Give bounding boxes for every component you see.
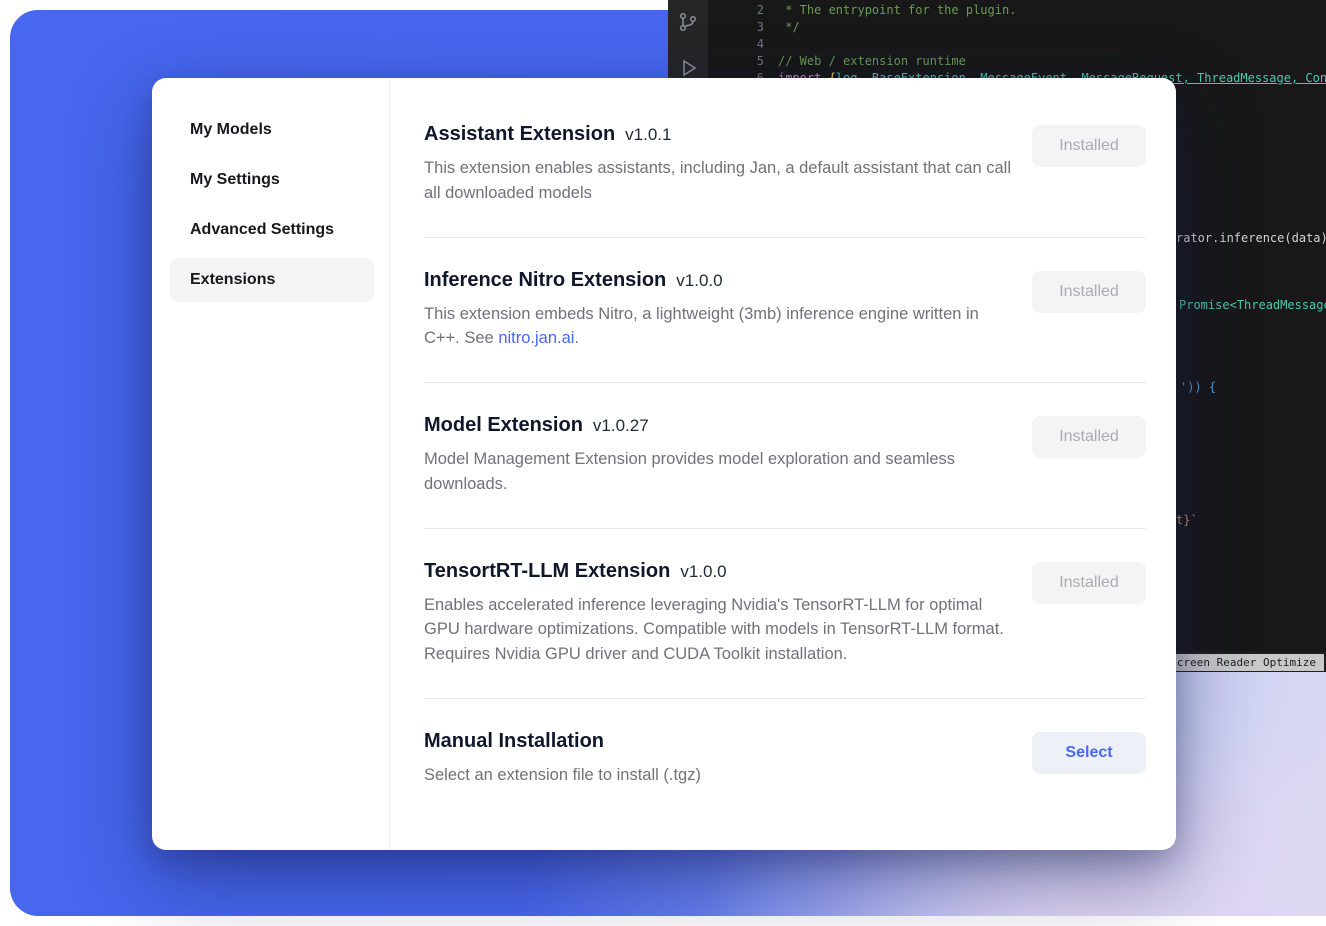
line-number: 5	[708, 53, 778, 70]
extension-title: Inference Nitro Extension	[424, 269, 666, 292]
code-line: 5 // Web / extension runtime	[708, 53, 1326, 70]
nitro-jan-ai-link[interactable]: nitro.jan.ai	[498, 329, 574, 347]
code-fragment: rator.inference(data));	[1176, 230, 1326, 246]
extension-item-assistant: Assistant Extension v1.0.1 This extensio…	[424, 92, 1146, 238]
line-number: 4	[708, 36, 778, 53]
code-line: 3 */	[708, 19, 1326, 36]
screen-reader-chip[interactable]: Screen Reader Optimize	[1162, 654, 1324, 671]
extension-title-row: Manual Installation	[424, 730, 701, 753]
description-text: .	[574, 329, 579, 347]
settings-modal: My Models My Settings Advanced Settings …	[152, 78, 1176, 850]
extension-text: Assistant Extension v1.0.1 This extensio…	[424, 123, 1014, 206]
extension-title-row: Assistant Extension v1.0.1	[424, 123, 1014, 146]
extension-description: Model Management Extension provides mode…	[424, 447, 1014, 497]
manual-installation-section: Manual Installation Select an extension …	[424, 699, 1146, 819]
installed-button[interactable]: Installed	[1032, 416, 1146, 458]
extension-item-inference-nitro: Inference Nitro Extension v1.0.0 This ex…	[424, 238, 1146, 384]
extension-title: TensortRT-LLM Extension	[424, 560, 670, 583]
extension-description: This extension embeds Nitro, a lightweig…	[424, 302, 1014, 352]
code-line: 4	[708, 36, 1326, 53]
sidebar-item-advanced-settings[interactable]: Advanced Settings	[170, 208, 374, 252]
extension-item-tensorrt-llm: TensortRT-LLM Extension v1.0.0 Enables a…	[424, 529, 1146, 699]
extension-text: Model Extension v1.0.27 Model Management…	[424, 414, 1014, 497]
extension-title: Assistant Extension	[424, 123, 615, 146]
code-area: 2 * The entrypoint for the plugin. 3 */ …	[708, 2, 1326, 87]
installed-button[interactable]: Installed	[1032, 562, 1146, 604]
code-fragment: t}`	[1176, 512, 1198, 528]
screenshot-stage: 2 * The entrypoint for the plugin. 3 */ …	[0, 0, 1326, 926]
extension-title-row: Inference Nitro Extension v1.0.0	[424, 269, 1014, 292]
extension-version: v1.0.0	[676, 271, 722, 291]
manual-installation-description: Select an extension file to install (.tg…	[424, 763, 701, 788]
source-control-icon[interactable]	[676, 10, 700, 34]
select-file-button[interactable]: Select	[1032, 732, 1146, 774]
line-number: 2	[708, 2, 778, 19]
settings-sidebar: My Models My Settings Advanced Settings …	[152, 78, 390, 850]
code-fragment: Promise<ThreadMessage>	[1179, 297, 1326, 313]
extension-description: This extension enables assistants, inclu…	[424, 156, 1014, 206]
extensions-panel: Assistant Extension v1.0.1 This extensio…	[390, 78, 1176, 850]
code-text: // Web / extension runtime	[778, 53, 966, 70]
line-number: 3	[708, 19, 778, 36]
manual-installation-title: Manual Installation	[424, 730, 604, 753]
code-text: * The entrypoint for the plugin.	[778, 2, 1016, 19]
extension-title-row: TensortRT-LLM Extension v1.0.0	[424, 560, 1014, 583]
extension-title-row: Model Extension v1.0.27	[424, 414, 1014, 437]
installed-button[interactable]: Installed	[1032, 125, 1146, 167]
sidebar-item-my-settings[interactable]: My Settings	[170, 158, 374, 202]
extension-version: v1.0.27	[593, 416, 649, 436]
run-debug-icon[interactable]	[676, 56, 700, 80]
extension-description: Enables accelerated inference leveraging…	[424, 593, 1014, 667]
extension-title: Model Extension	[424, 414, 583, 437]
installed-button[interactable]: Installed	[1032, 271, 1146, 313]
extension-text: Manual Installation Select an extension …	[424, 730, 701, 788]
extension-version: v1.0.1	[625, 125, 671, 145]
sidebar-item-my-models[interactable]: My Models	[170, 108, 374, 152]
code-text: */	[778, 19, 800, 36]
extension-item-model: Model Extension v1.0.27 Model Management…	[424, 383, 1146, 529]
sidebar-item-extensions[interactable]: Extensions	[170, 258, 374, 302]
code-fragment: ')) {	[1180, 379, 1216, 395]
extension-text: TensortRT-LLM Extension v1.0.0 Enables a…	[424, 560, 1014, 667]
extension-version: v1.0.0	[680, 562, 726, 582]
extension-text: Inference Nitro Extension v1.0.0 This ex…	[424, 269, 1014, 352]
code-line: 2 * The entrypoint for the plugin.	[708, 2, 1326, 19]
